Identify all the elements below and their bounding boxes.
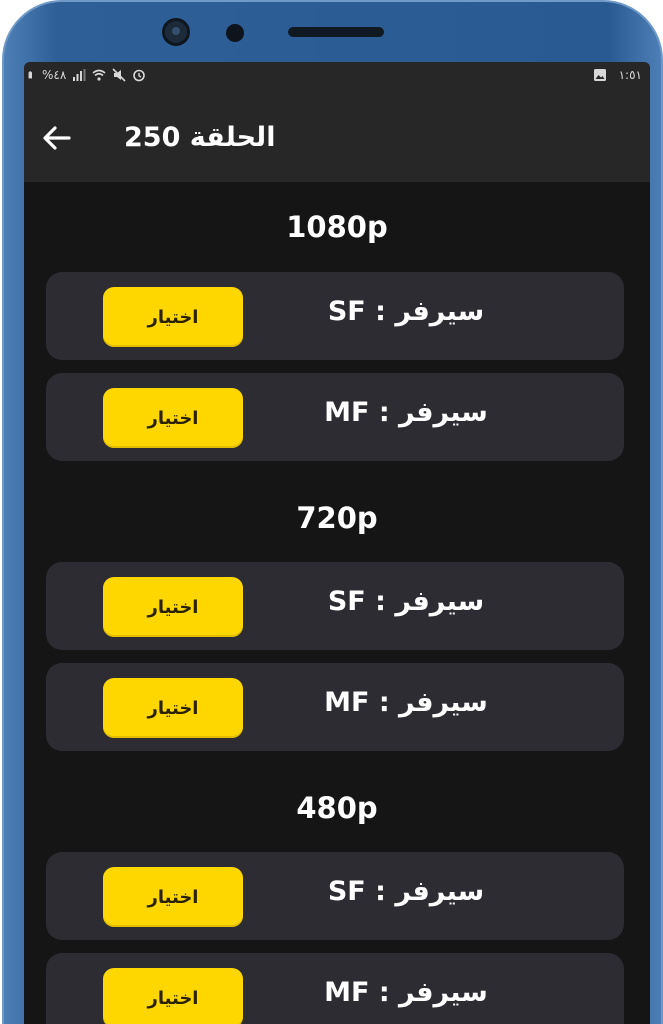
- server-label: سيرفر : MF: [324, 397, 488, 428]
- wifi-icon: [92, 69, 106, 81]
- screen: %٤٨ ١:٥١ الحلقة 250 1080p اختيار سيرفر:…: [24, 62, 650, 1024]
- image-notification-icon: [593, 69, 606, 81]
- choose-button[interactable]: اختيار: [103, 577, 243, 637]
- signal-icon: [73, 69, 86, 81]
- server-card: اختيار سيرفر : SF: [46, 852, 624, 940]
- phone-mockup: %٤٨ ١:٥١ الحلقة 250 1080p اختيار سيرفر:…: [0, 0, 663, 1024]
- status-bar: %٤٨ ١:٥١: [24, 62, 650, 92]
- server-label: سيرفر : SF: [327, 296, 485, 327]
- app-bar: الحلقة 250: [24, 92, 650, 182]
- back-button[interactable]: [38, 120, 74, 156]
- status-time: ١:٥١: [618, 68, 642, 82]
- server-card: اختيار سيرفر : SF: [46, 562, 624, 650]
- top-bezel: [0, 0, 663, 64]
- server-label: سيرفر : SF: [327, 876, 485, 907]
- alarm-icon: [133, 69, 146, 82]
- proximity-sensor: [226, 24, 244, 42]
- choose-button[interactable]: اختيار: [103, 678, 243, 738]
- front-camera: [162, 18, 190, 46]
- server-card: اختيار سيرفر : SF: [46, 272, 624, 360]
- server-card: اختيار سيرفر : MF: [46, 953, 624, 1024]
- quality-header: 720p: [296, 501, 378, 535]
- page-title: الحلقة 250: [124, 122, 276, 153]
- choose-button[interactable]: اختيار: [103, 867, 243, 927]
- mute-icon: [112, 68, 126, 82]
- earpiece-speaker: [288, 27, 384, 37]
- quality-header: 480p: [296, 791, 378, 825]
- server-list: 1080p اختيار سيرفر : SF اختيار سيرفر : M…: [24, 182, 650, 1024]
- server-label: سيرفر : MF: [324, 687, 488, 718]
- arrow-left-icon: [43, 126, 71, 150]
- choose-button[interactable]: اختيار: [103, 287, 243, 347]
- server-card: اختيار سيرفر : MF: [46, 663, 624, 751]
- server-label: سيرفر : MF: [324, 977, 488, 1008]
- server-card: اختيار سيرفر : MF: [46, 373, 624, 461]
- battery-percent: %٤٨: [42, 68, 67, 82]
- choose-button[interactable]: اختيار: [103, 388, 243, 448]
- server-label: سيرفر : SF: [327, 586, 485, 617]
- quality-header: 1080p: [286, 210, 388, 244]
- battery-icon: [28, 71, 32, 79]
- choose-button[interactable]: اختيار: [103, 968, 243, 1024]
